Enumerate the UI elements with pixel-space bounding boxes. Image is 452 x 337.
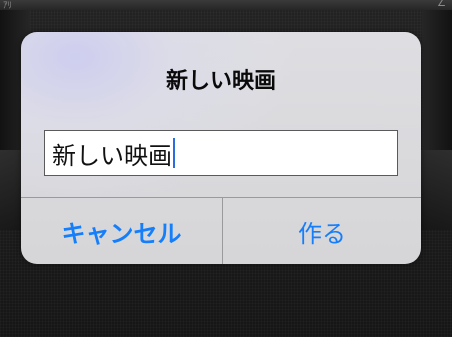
- new-movie-alert-dialog: 新しい映画 新しい映画 キャンセル 作る: [21, 32, 421, 264]
- top-strip: ｱﾘ ∠: [0, 0, 452, 11]
- movie-title-input-value: 新しい映画: [52, 141, 172, 170]
- text-cursor: [173, 138, 175, 168]
- alert-title: 新しい映画: [165, 69, 276, 94]
- cancel-button[interactable]: キャンセル: [21, 198, 222, 264]
- pencil-icon: ∠: [437, 0, 446, 9]
- create-button[interactable]: 作る: [223, 198, 421, 264]
- movie-title-input[interactable]: 新しい映画: [44, 130, 398, 176]
- background-floor-right: [416, 150, 452, 230]
